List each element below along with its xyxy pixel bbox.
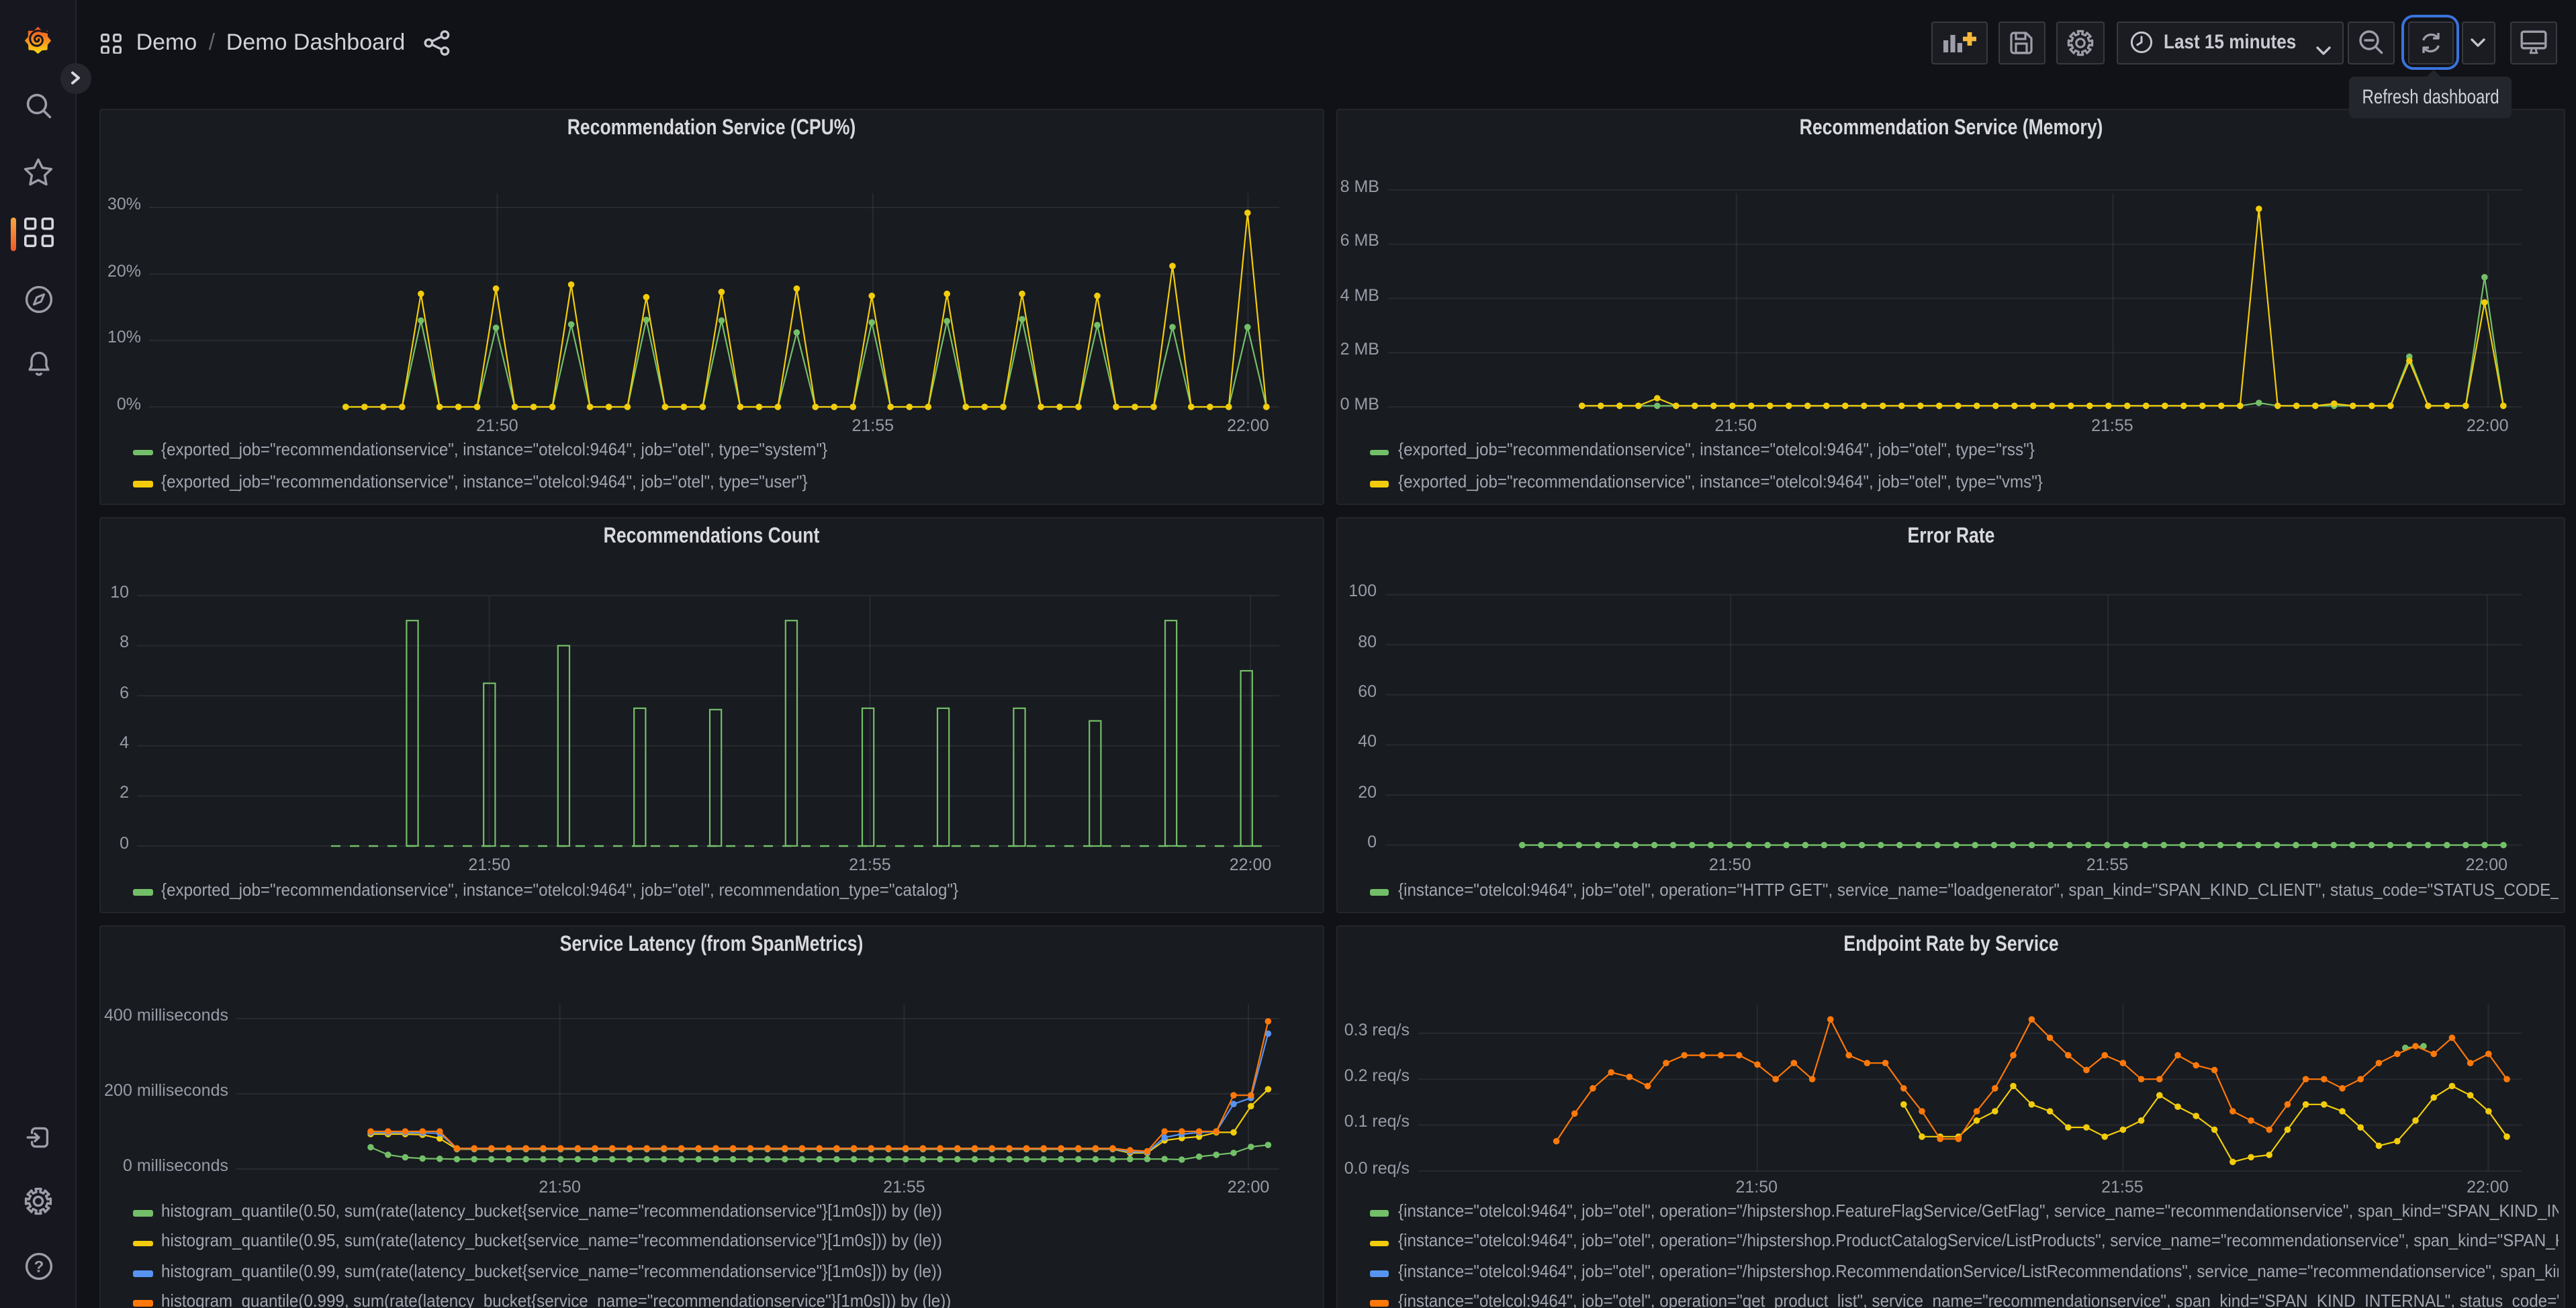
svg-text:?: ? [34,1257,44,1275]
